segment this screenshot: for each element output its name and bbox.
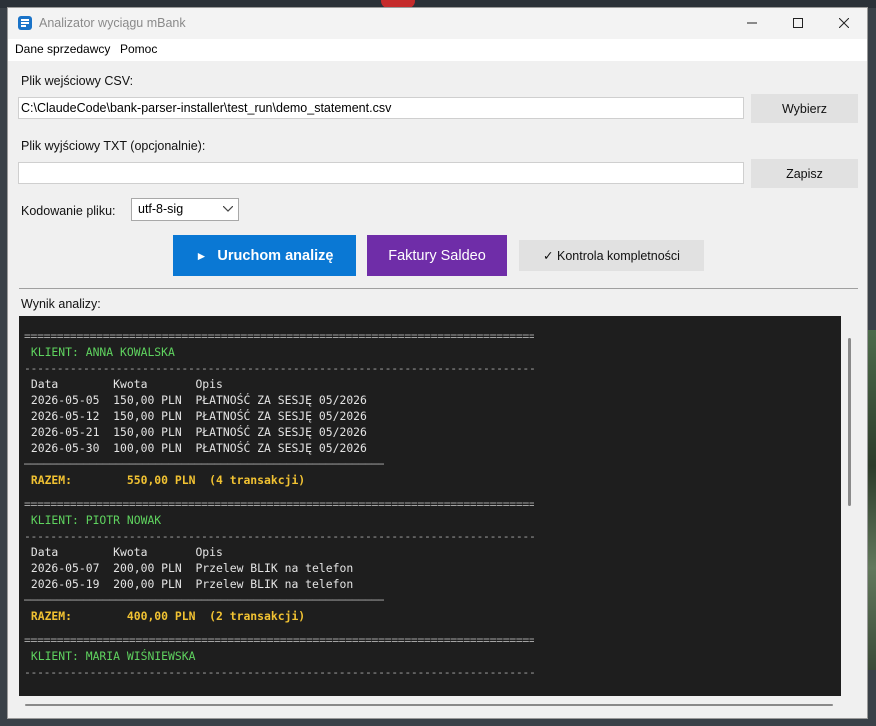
browse-button[interactable]: Wybierz	[751, 94, 858, 123]
horizontal-scrollbar[interactable]	[19, 696, 841, 713]
vertical-scroll-thumb[interactable]	[848, 338, 851, 506]
vertical-scrollbar[interactable]	[841, 316, 858, 696]
output-line-total: RAZEM: 550,00 PLN (4 transakcji)	[24, 473, 306, 487]
result-output[interactable]: ========================================…	[19, 316, 841, 696]
saldeo-invoices-button[interactable]: Faktury Saldeo	[367, 235, 507, 276]
title-bar[interactable]: Analizator wyciągu mBank	[8, 8, 867, 39]
output-line-client: KLIENT: MARIA WIŚNIEWSKA	[24, 649, 196, 663]
output-line-rule-short: ────────────────────────────────────────…	[24, 593, 384, 607]
output-line-client: KLIENT: PIOTR NOWAK	[24, 513, 162, 527]
run-analysis-button[interactable]: ► Uruchom analizę	[173, 235, 356, 276]
window-title: Analizator wyciągu mBank	[39, 16, 186, 30]
save-button[interactable]: Zapisz	[751, 159, 858, 188]
output-line-head: Data Kwota Opis	[24, 545, 223, 559]
run-analysis-label: Uruchom analizę	[217, 247, 334, 264]
minimize-button[interactable]	[729, 8, 775, 39]
chevron-down-icon	[223, 206, 233, 212]
output-line-rule: ========================================…	[24, 497, 534, 511]
menu-item-seller-data[interactable]: Dane sprzedawcy	[15, 42, 110, 56]
app-icon	[18, 16, 32, 30]
maximize-icon	[793, 18, 803, 28]
output-line-row: 2026-05-21 150,00 PLN PŁATNOŚĆ ZA SESJĘ …	[24, 425, 367, 439]
separator	[19, 288, 858, 289]
csv-input-label: Plik wejściowy CSV:	[21, 74, 134, 88]
output-line-total: RAZEM: 400,00 PLN (2 transakcji)	[24, 609, 306, 623]
output-line-rule: ----------------------------------------…	[24, 361, 534, 375]
close-button[interactable]	[821, 8, 867, 39]
output-line-rule: ----------------------------------------…	[24, 665, 534, 679]
menu-item-help[interactable]: Pomoc	[120, 42, 157, 56]
output-line-row: 2026-05-30 100,00 PLN PŁATNOŚĆ ZA SESJĘ …	[24, 441, 367, 455]
completeness-check-button[interactable]: ✓ Kontrola kompletności	[519, 240, 704, 271]
output-line-row: 2026-05-12 150,00 PLN PŁATNOŚĆ ZA SESJĘ …	[24, 409, 367, 423]
encoding-select[interactable]: utf-8-sig	[131, 198, 239, 221]
menu-bar: Dane sprzedawcy Pomoc	[8, 39, 867, 61]
result-label: Wynik analizy:	[21, 297, 101, 311]
app-window: Analizator wyciągu mBank Dane sprzedawcy…	[7, 7, 868, 719]
maximize-button[interactable]	[775, 8, 821, 39]
output-line-head: Data Kwota Opis	[24, 377, 223, 391]
output-line-row: 2026-05-19 200,00 PLN Przelew BLIK na te…	[24, 577, 354, 591]
output-line-rule: ----------------------------------------…	[24, 529, 534, 543]
txt-output-field[interactable]	[18, 162, 744, 184]
encoding-label: Kodowanie pliku:	[21, 204, 116, 218]
horizontal-scroll-thumb[interactable]	[25, 704, 833, 706]
output-line-rule: ========================================…	[24, 329, 534, 343]
output-line-row: 2026-05-05 150,00 PLN PŁATNOŚĆ ZA SESJĘ …	[24, 393, 367, 407]
play-icon: ►	[195, 248, 208, 263]
txt-output-label: Plik wyjściowy TXT (opcjonalnie):	[21, 139, 206, 153]
csv-input-field[interactable]	[18, 97, 744, 119]
result-text: ========================================…	[24, 328, 834, 680]
output-line-client: KLIENT: ANNA KOWALSKA	[24, 345, 175, 359]
output-line-rule-short: ────────────────────────────────────────…	[24, 457, 384, 471]
output-line-rule: ========================================…	[24, 633, 534, 647]
close-icon	[839, 18, 849, 28]
encoding-selected-value: utf-8-sig	[138, 202, 184, 216]
output-line-row: 2026-05-07 200,00 PLN Przelew BLIK na te…	[24, 561, 354, 575]
minimize-icon	[747, 22, 757, 24]
